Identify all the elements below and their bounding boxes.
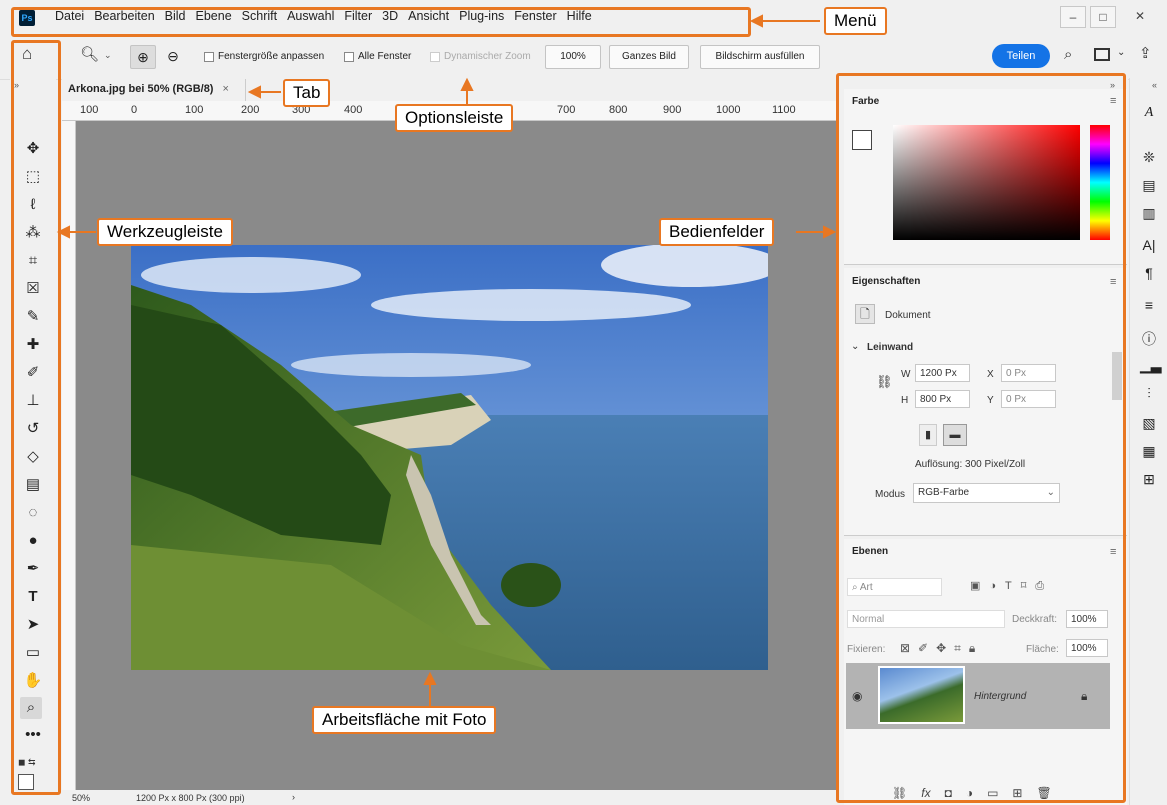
menu-callout: Menü: [824, 7, 887, 35]
annotation-arrows: [56, 14, 837, 706]
canvas-callout: Arbeitsfläche mit Foto: [312, 706, 497, 734]
panels-callout: Bedienfelder: [659, 218, 775, 246]
toolbar-callout: Werkzeugleiste: [97, 218, 233, 246]
tab-callout: Tab: [283, 79, 331, 107]
options-callout: Optionsleiste: [395, 104, 514, 132]
photoshop-window: Ps Datei Bearbeiten Bild Ebene Schrift A…: [0, 0, 1167, 805]
